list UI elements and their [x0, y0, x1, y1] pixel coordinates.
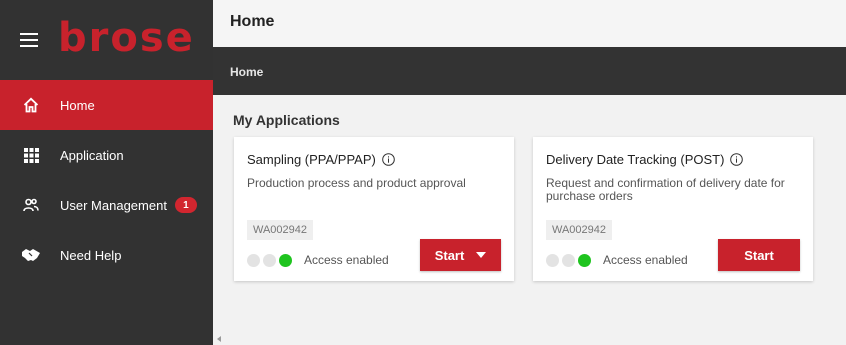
access-status: Access enabled: [247, 253, 389, 267]
card-title: Delivery Date Tracking (POST): [546, 152, 744, 167]
brose-logo[interactable]: brose: [58, 18, 195, 58]
sidebar-item-label: User Management: [60, 197, 167, 213]
sidebar-item-need-help[interactable]: Need Help: [0, 230, 213, 280]
scroll-left-icon[interactable]: [217, 336, 221, 342]
status-dot-off: [546, 253, 559, 267]
status-dot-on: [578, 253, 591, 267]
app-card-delivery-date-tracking: Delivery Date Tracking (POST) Request an…: [533, 137, 813, 281]
status-dot-off: [247, 253, 260, 267]
card-title-text: Sampling (PPA/PPAP): [247, 152, 376, 167]
brand-bar: brose: [0, 0, 213, 80]
main-content: My Applications Sampling (PPA/PPAP) Prod…: [213, 95, 846, 345]
sidebar: brose Home Application User Management 1…: [0, 0, 213, 345]
start-button-label: Start: [744, 247, 774, 263]
start-button-sampling[interactable]: Start: [420, 239, 501, 271]
card-title-text: Delivery Date Tracking (POST): [546, 152, 725, 167]
breadcrumb-item-home[interactable]: Home: [230, 65, 263, 79]
sidebar-item-label: Application: [60, 147, 124, 163]
status-dot-on: [279, 253, 292, 267]
app-card-sampling: Sampling (PPA/PPAP) Production process a…: [234, 137, 514, 281]
status-text: Access enabled: [304, 253, 389, 267]
start-button-label: Start: [434, 247, 465, 263]
card-title: Sampling (PPA/PPAP): [247, 152, 395, 167]
sidebar-item-user-management[interactable]: User Management 1: [0, 180, 213, 230]
breadcrumb: Home: [213, 47, 846, 95]
home-icon: [22, 96, 40, 114]
info-icon[interactable]: [730, 153, 744, 166]
sidebar-item-application[interactable]: Application: [0, 130, 213, 180]
grid-icon: [22, 146, 40, 164]
users-icon: [22, 196, 40, 214]
handshake-icon: [22, 246, 40, 264]
sidebar-item-label: Need Help: [60, 247, 122, 263]
card-description: Request and confirmation of delivery dat…: [546, 176, 785, 203]
notification-badge: 1: [174, 197, 197, 213]
access-status: Access enabled: [546, 253, 688, 267]
hamburger-icon[interactable]: [20, 33, 38, 47]
card-description: Production process and product approval: [247, 176, 466, 190]
caret-down-icon: [476, 252, 487, 258]
status-text: Access enabled: [603, 253, 688, 267]
app-id-tag: WA002942: [247, 220, 314, 240]
app-id-tag: WA002942: [546, 220, 613, 240]
page-header: Home: [213, 0, 846, 47]
info-icon[interactable]: [382, 153, 395, 166]
section-title: My Applications: [233, 112, 340, 128]
sidebar-item-label: Home: [60, 97, 95, 113]
status-dot-off: [263, 253, 276, 267]
start-button-delivery[interactable]: Start: [718, 239, 800, 271]
page-title: Home: [230, 13, 275, 30]
sidebar-item-home[interactable]: Home: [0, 80, 213, 130]
status-dot-off: [562, 253, 575, 267]
